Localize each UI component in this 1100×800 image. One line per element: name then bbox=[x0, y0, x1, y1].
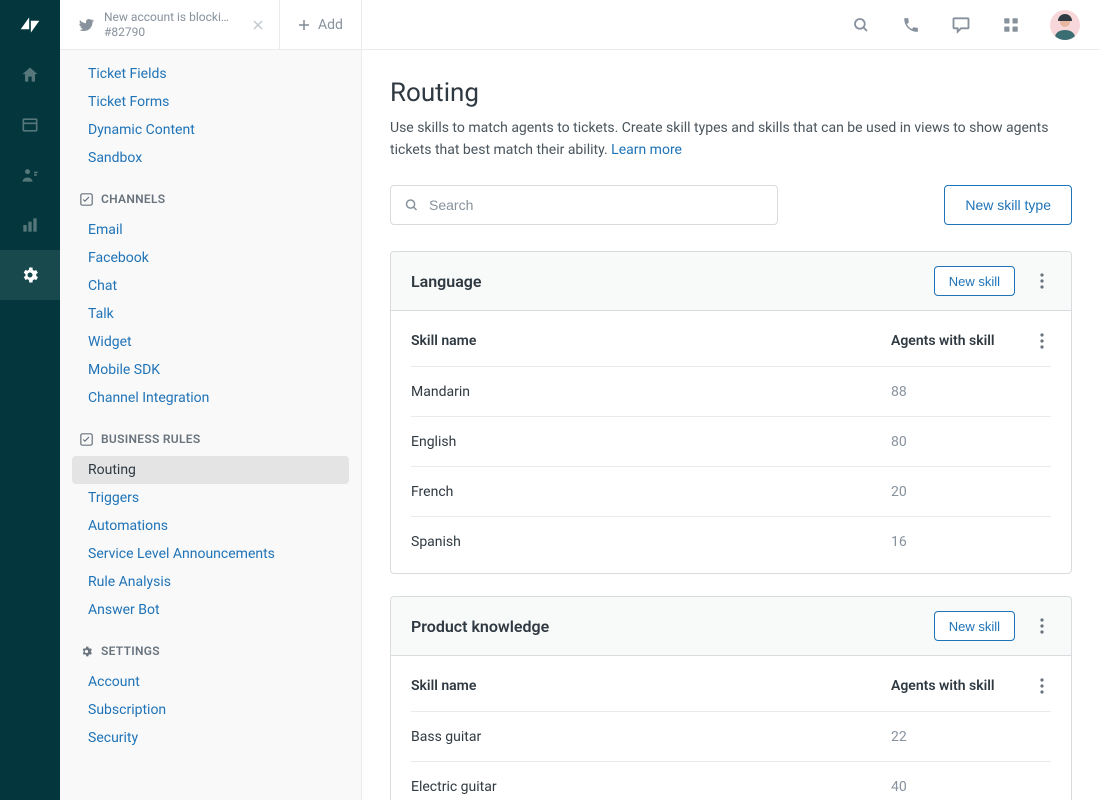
nav-reporting[interactable] bbox=[0, 200, 60, 250]
group-menu-button[interactable] bbox=[1033, 618, 1051, 634]
sidebar-link[interactable]: Email bbox=[72, 216, 349, 244]
sidebar-link[interactable]: Talk bbox=[72, 300, 349, 328]
sidebar-section-heading: BUSINESS RULES bbox=[72, 412, 349, 456]
skill-count: 80 bbox=[891, 434, 1021, 450]
new-skill-button[interactable]: New skill bbox=[934, 266, 1015, 296]
table-header-row: Skill nameAgents with skill bbox=[411, 315, 1051, 367]
chat-button[interactable] bbox=[950, 14, 972, 36]
sidebar-link[interactable]: Service Level Announcements bbox=[72, 540, 349, 568]
skill-group: LanguageNew skillSkill nameAgents with s… bbox=[390, 251, 1072, 574]
sidebar-link[interactable]: Channel Integration bbox=[72, 384, 349, 412]
sidebar-link[interactable]: Mobile SDK bbox=[72, 356, 349, 384]
table-row[interactable]: Bass guitar22 bbox=[411, 712, 1051, 762]
col-header-name: Skill name bbox=[411, 678, 891, 694]
table-row[interactable]: English80 bbox=[411, 417, 1051, 467]
skill-name: English bbox=[411, 434, 891, 450]
group-menu-button[interactable] bbox=[1033, 273, 1051, 289]
skill-count: 22 bbox=[891, 729, 1021, 745]
skill-group: Product knowledgeNew skillSkill nameAgen… bbox=[390, 596, 1072, 800]
table-menu-button[interactable] bbox=[1033, 333, 1051, 349]
new-skill-type-button[interactable]: New skill type bbox=[944, 185, 1072, 225]
sidebar-link[interactable]: Subscription bbox=[72, 696, 349, 724]
col-header-count: Agents with skill bbox=[891, 333, 1021, 349]
skill-name: Electric guitar bbox=[411, 779, 891, 795]
table-row[interactable]: Spanish16 bbox=[411, 517, 1051, 567]
top-bar: New account is blocking... #82790 Add bbox=[60, 0, 1100, 50]
main-content: Routing Use skills to match agents to ti… bbox=[362, 50, 1100, 800]
skill-group-title: Language bbox=[411, 272, 934, 291]
search-button[interactable] bbox=[850, 14, 872, 36]
sidebar-link[interactable]: Ticket Fields bbox=[72, 60, 349, 88]
sidebar-link[interactable]: Routing bbox=[72, 456, 349, 484]
brand-logo[interactable] bbox=[0, 0, 60, 50]
nav-home[interactable] bbox=[0, 50, 60, 100]
skill-name: Spanish bbox=[411, 534, 891, 550]
skill-name: Mandarin bbox=[411, 384, 891, 400]
sidebar-link[interactable]: Triggers bbox=[72, 484, 349, 512]
sidebar-link[interactable]: Answer Bot bbox=[72, 596, 349, 624]
nav-admin[interactable] bbox=[0, 250, 60, 300]
page-description: Use skills to match agents to tickets. C… bbox=[390, 118, 1050, 161]
skill-name: French bbox=[411, 484, 891, 500]
new-skill-button[interactable]: New skill bbox=[934, 611, 1015, 641]
sidebar-link[interactable]: Account bbox=[72, 668, 349, 696]
sidebar-link[interactable]: Chat bbox=[72, 272, 349, 300]
talk-button[interactable] bbox=[900, 14, 922, 36]
sidebar-link[interactable]: Dynamic Content bbox=[72, 116, 349, 144]
tab-subtitle: #82790 bbox=[104, 25, 234, 40]
primary-nav-rail bbox=[0, 0, 60, 800]
sidebar-section-heading: SETTINGS bbox=[72, 624, 349, 668]
skill-count: 16 bbox=[891, 534, 1021, 550]
tab-title: New account is blocking... bbox=[104, 10, 234, 25]
table-row[interactable]: Electric guitar40 bbox=[411, 762, 1051, 800]
checkbox-icon bbox=[80, 433, 93, 446]
skill-table: Skill nameAgents with skillMandarin88Eng… bbox=[391, 311, 1071, 573]
table-row[interactable]: French20 bbox=[411, 467, 1051, 517]
sidebar-link[interactable]: Ticket Forms bbox=[72, 88, 349, 116]
apps-button[interactable] bbox=[1000, 14, 1022, 36]
sidebar-link[interactable]: Widget bbox=[72, 328, 349, 356]
col-header-name: Skill name bbox=[411, 333, 891, 349]
sidebar-link[interactable]: Rule Analysis bbox=[72, 568, 349, 596]
sidebar-link[interactable]: Security bbox=[72, 724, 349, 752]
skill-search-input[interactable] bbox=[390, 185, 778, 225]
profile-avatar[interactable] bbox=[1050, 10, 1080, 40]
sidebar-link[interactable]: Sandbox bbox=[72, 144, 349, 172]
open-tab[interactable]: New account is blocking... #82790 bbox=[60, 0, 280, 49]
twitter-icon bbox=[78, 17, 94, 33]
skill-table: Skill nameAgents with skillBass guitar22… bbox=[391, 656, 1071, 800]
sidebar-link[interactable]: Automations bbox=[72, 512, 349, 540]
skill-count: 20 bbox=[891, 484, 1021, 500]
plus-icon bbox=[298, 19, 310, 31]
topbar-actions bbox=[850, 0, 1100, 49]
nav-customers[interactable] bbox=[0, 150, 60, 200]
settings-sidebar: Ticket FieldsTicket FormsDynamic Content… bbox=[60, 50, 362, 800]
skill-count: 88 bbox=[891, 384, 1021, 400]
add-tab-button[interactable]: Add bbox=[280, 0, 362, 49]
gear-icon bbox=[80, 645, 93, 658]
table-row[interactable]: Mandarin88 bbox=[411, 367, 1051, 417]
sidebar-section-heading: CHANNELS bbox=[72, 172, 349, 216]
skill-group-title: Product knowledge bbox=[411, 617, 934, 636]
sidebar-link[interactable]: Facebook bbox=[72, 244, 349, 272]
col-header-count: Agents with skill bbox=[891, 678, 1021, 694]
tab-close-button[interactable] bbox=[250, 17, 265, 33]
table-header-row: Skill nameAgents with skill bbox=[411, 660, 1051, 712]
skill-group-header: LanguageNew skill bbox=[391, 252, 1071, 311]
skill-group-header: Product knowledgeNew skill bbox=[391, 597, 1071, 656]
skill-count: 40 bbox=[891, 779, 1021, 795]
learn-more-link[interactable]: Learn more bbox=[611, 142, 682, 158]
nav-views[interactable] bbox=[0, 100, 60, 150]
checklist-icon bbox=[80, 193, 93, 206]
table-menu-button[interactable] bbox=[1033, 678, 1051, 694]
skill-name: Bass guitar bbox=[411, 729, 891, 745]
page-title: Routing bbox=[390, 78, 1072, 108]
add-tab-label: Add bbox=[318, 17, 343, 33]
